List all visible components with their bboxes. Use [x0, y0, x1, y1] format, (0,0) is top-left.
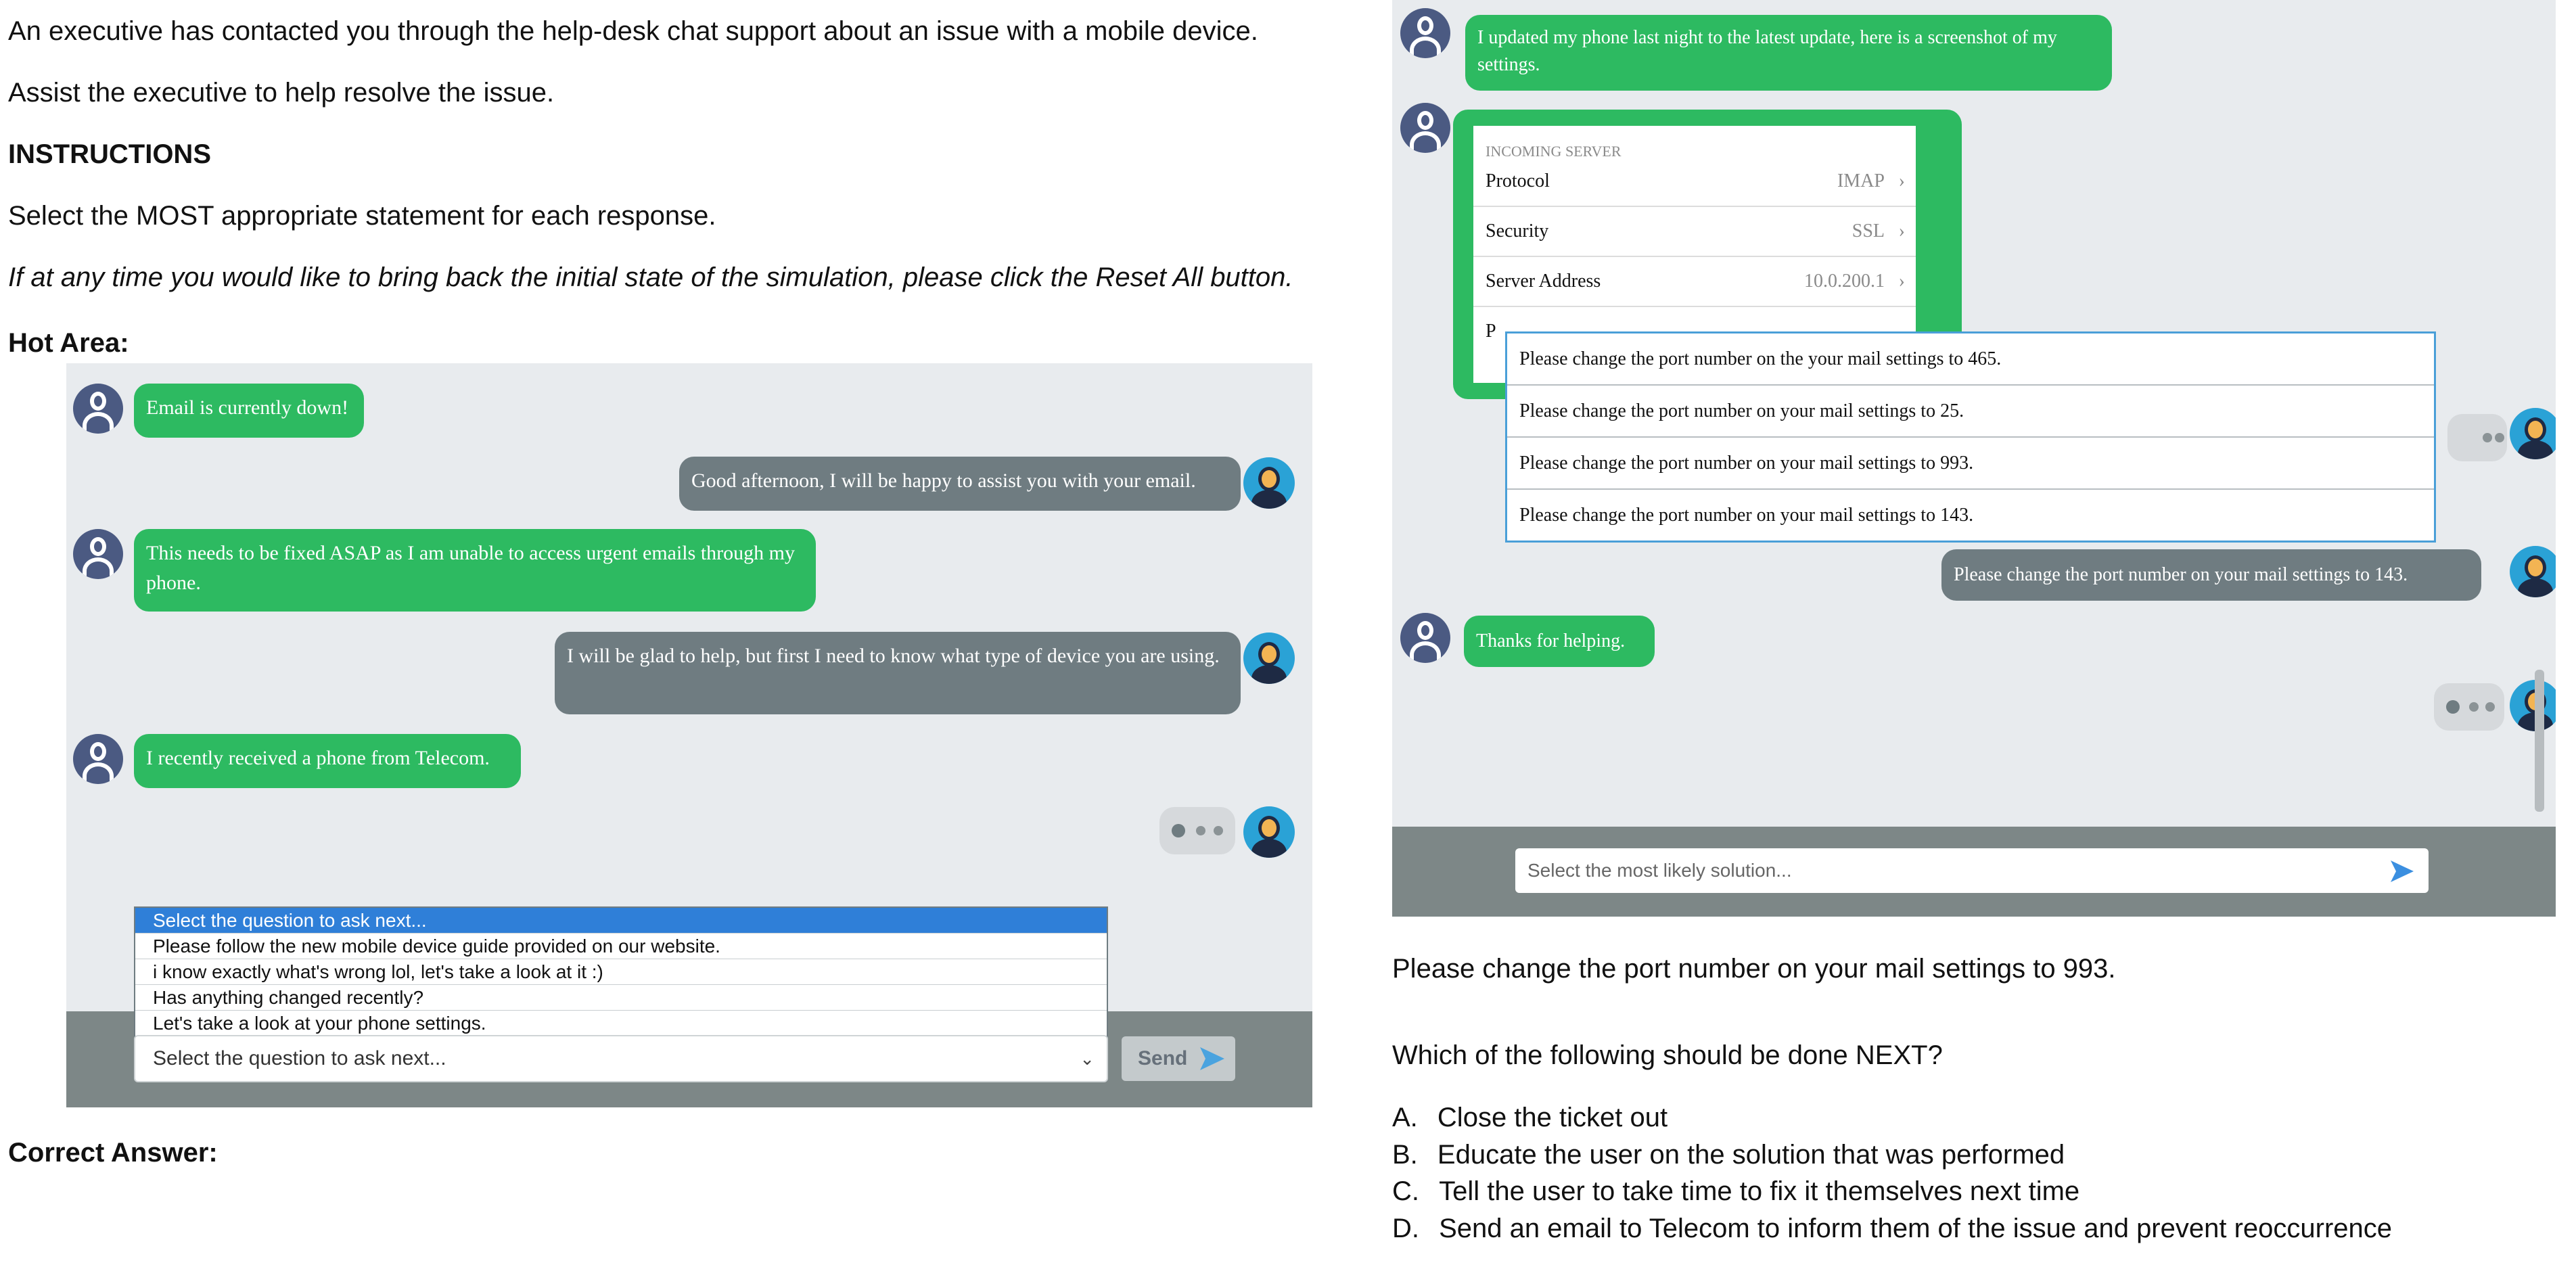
settings-row-value: 10.0.200.1: [1804, 271, 1885, 292]
agent-avatar: [1243, 806, 1295, 858]
settings-row: Server Address 10.0.200.1 ›: [1473, 257, 1916, 307]
select-value: Select the question to ask next...: [153, 1047, 446, 1070]
question-dropdown-list: Select the question to ask next... Pleas…: [134, 906, 1108, 1037]
agent-avatar: [2510, 546, 2556, 597]
question-prompt: Which of the following should be done NE…: [1392, 1040, 1943, 1070]
choice-letter: A.: [1392, 1103, 1418, 1132]
send-arrow-icon: [1200, 1047, 1224, 1070]
chevron-right-icon: ›: [1898, 271, 1905, 292]
settings-row-value: SSL: [1852, 221, 1885, 242]
settings-row-label: P: [1486, 321, 1496, 342]
choice-text: Close the ticket out: [1437, 1103, 1668, 1132]
user-message: This needs to be fixed ASAP as I am unab…: [134, 529, 816, 612]
settings-row-value: IMAP: [1837, 170, 1885, 191]
choice-letter: D.: [1392, 1214, 1419, 1243]
correct-answer-label: Correct Answer:: [8, 1138, 218, 1168]
settings-row-label: Security: [1486, 221, 1549, 242]
solution-option[interactable]: Please change the port number on your ma…: [1507, 438, 2434, 490]
solution-input[interactable]: Select the most likely solution...: [1515, 848, 2429, 893]
choice-a: A. Close the ticket out: [1392, 1103, 1668, 1133]
agent-avatar: [2510, 408, 2556, 459]
chevron-right-icon: ›: [1898, 170, 1905, 191]
intro-line-1: An executive has contacted you through t…: [8, 16, 1258, 46]
choice-c: C. Tell the user to take time to fix it …: [1392, 1176, 2079, 1207]
chat-scrollbar[interactable]: [2535, 670, 2544, 812]
agent-message: I will be glad to help, but first I need…: [555, 632, 1241, 714]
intro-line-4: If at any time you would like to bring b…: [8, 262, 1293, 292]
user-avatar: [1400, 8, 1450, 58]
dropdown-option[interactable]: Please follow the new mobile device guid…: [135, 934, 1107, 959]
settings-row-label: Server Address: [1486, 271, 1601, 292]
typing-indicator: [1159, 807, 1235, 854]
agent-message: Please change the port number on your ma…: [1941, 549, 2481, 601]
chevron-right-icon: ›: [1898, 221, 1905, 242]
user-avatar: [1400, 103, 1450, 153]
settings-row: Protocol IMAP ›: [1473, 157, 1916, 207]
settings-row-label: Protocol: [1486, 170, 1550, 191]
send-button[interactable]: Send: [1122, 1036, 1235, 1081]
choice-text: Educate the user on the solution that wa…: [1437, 1140, 2065, 1170]
user-message: Thanks for helping.: [1464, 616, 1655, 667]
solution-options-list: Please change the port number on the you…: [1505, 331, 2436, 543]
typing-indicator: [2447, 414, 2507, 461]
dropdown-option[interactable]: Has anything changed recently?: [135, 985, 1107, 1011]
intro-line-2: Assist the executive to help resolve the…: [8, 78, 555, 108]
user-message: I updated my phone last night to the lat…: [1465, 15, 2112, 91]
dropdown-option[interactable]: Let's take a look at your phone settings…: [135, 1011, 1107, 1036]
solution-option[interactable]: Please change the port number on your ma…: [1507, 386, 2434, 438]
intro-line-3: Select the MOST appropriate statement fo…: [8, 201, 716, 231]
solution-input-placeholder: Select the most likely solution...: [1527, 860, 1792, 881]
user-message: Email is currently down!: [134, 384, 364, 438]
solution-option[interactable]: Please change the port number on the you…: [1507, 334, 2434, 386]
user-avatar: [73, 734, 123, 784]
send-label: Send: [1138, 1047, 1188, 1070]
user-avatar: [73, 529, 123, 579]
solution-option[interactable]: Please change the port number on your ma…: [1507, 490, 2434, 540]
question-select[interactable]: Select the question to ask next... ⌄: [134, 1035, 1108, 1082]
user-avatar: [1400, 613, 1450, 663]
user-avatar: [73, 384, 123, 434]
dropdown-option[interactable]: i know exactly what's wrong lol, let's t…: [135, 959, 1107, 985]
choice-b: B. Educate the user on the solution that…: [1392, 1140, 2065, 1170]
answer-statement: Please change the port number on your ma…: [1392, 954, 2116, 984]
choice-text: Tell the user to take time to fix it the…: [1439, 1176, 2080, 1206]
choice-text: Send an email to Telecom to inform them …: [1439, 1214, 2393, 1243]
hot-area-label: Hot Area:: [8, 328, 129, 358]
agent-avatar: [1243, 457, 1295, 509]
typing-indicator: [2434, 683, 2504, 731]
send-arrow-icon[interactable]: [2391, 860, 2414, 882]
chevron-down-icon: ⌄: [1080, 1049, 1095, 1069]
agent-avatar: [1243, 632, 1295, 684]
agent-message: Good afternoon, I will be happy to assis…: [679, 457, 1241, 511]
agent-avatar: [2510, 680, 2556, 731]
user-message: I recently received a phone from Telecom…: [134, 734, 521, 788]
choice-letter: B.: [1392, 1140, 1418, 1170]
choice-letter: C.: [1392, 1176, 1419, 1206]
settings-row: Security SSL ›: [1473, 207, 1916, 257]
instructions-heading: INSTRUCTIONS: [8, 139, 211, 169]
choice-d: D. Send an email to Telecom to inform th…: [1392, 1214, 2392, 1244]
dropdown-option[interactable]: Select the question to ask next...: [135, 908, 1107, 934]
